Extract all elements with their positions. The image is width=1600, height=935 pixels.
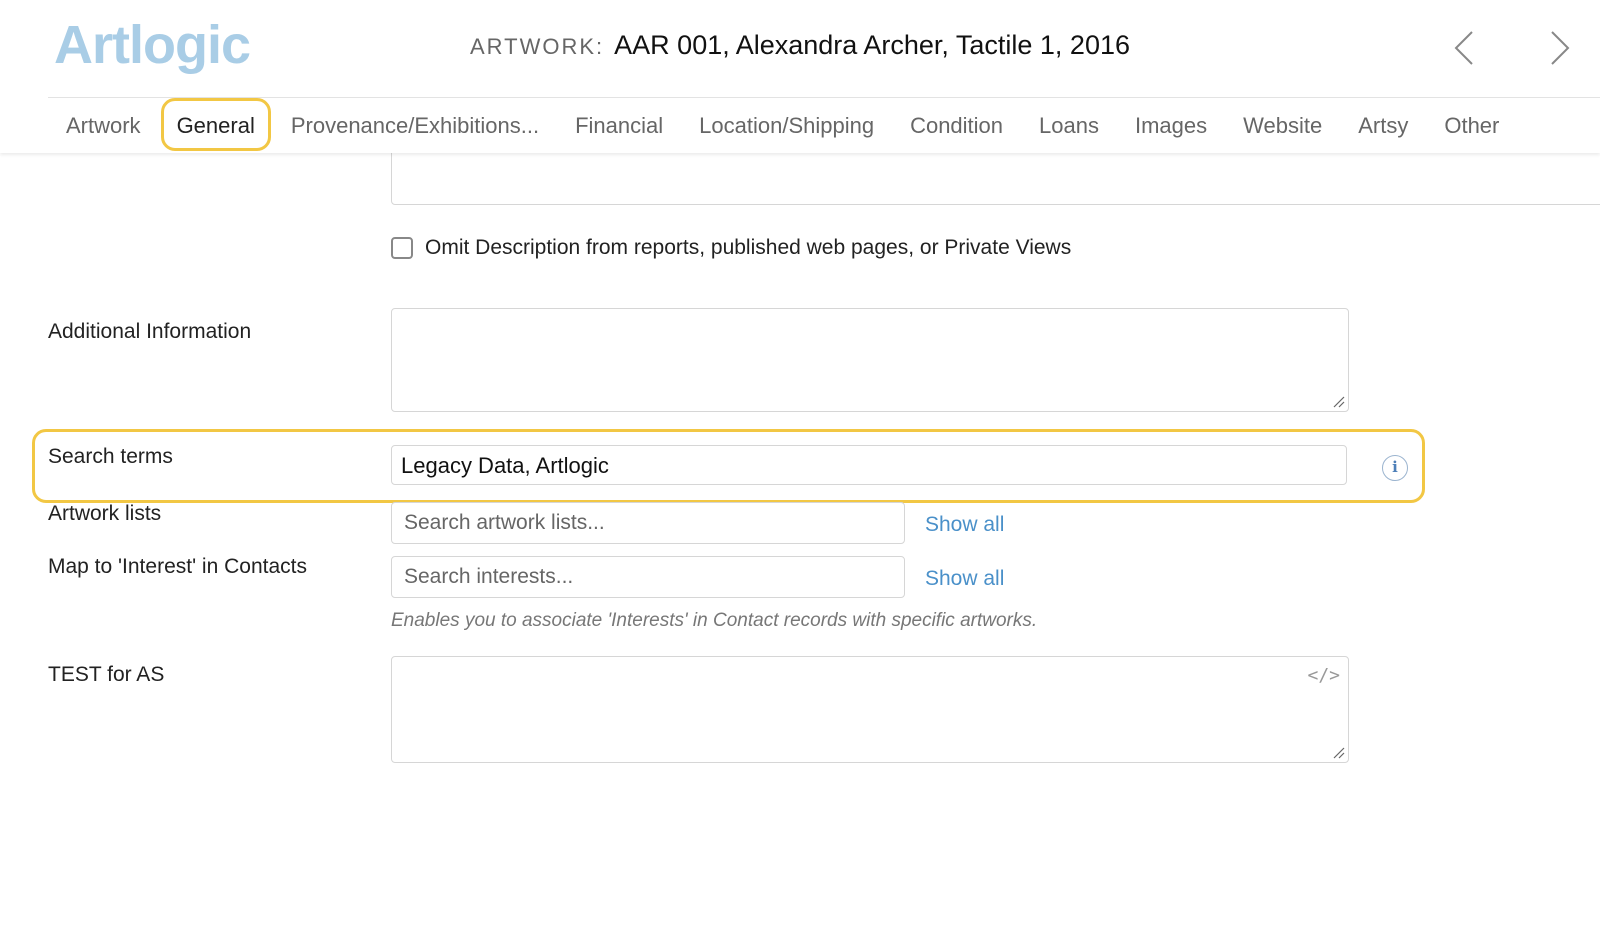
tab-condition[interactable]: Condition <box>892 98 1021 153</box>
record-title: ARTWORK: AAR 001, Alexandra Archer, Tacti… <box>0 30 1600 61</box>
info-icon[interactable]: i <box>1382 455 1408 481</box>
record-title-prefix: ARTWORK: <box>470 34 605 59</box>
chevron-right-icon <box>1551 31 1570 65</box>
test-for-as-textarea[interactable]: </> <box>391 656 1349 763</box>
code-icon[interactable]: </> <box>1307 665 1340 686</box>
tab-artsy[interactable]: Artsy <box>1340 98 1426 153</box>
test-for-as-label: TEST for AS <box>48 663 165 686</box>
tab-location-shipping[interactable]: Location/Shipping <box>681 98 892 153</box>
tab-artwork[interactable]: Artwork <box>48 98 159 153</box>
omit-description-checkbox[interactable] <box>391 237 413 259</box>
artwork-lists-search-input[interactable]: Search artwork lists... <box>391 502 905 544</box>
chevron-left-icon <box>1454 31 1473 65</box>
tab-other[interactable]: Other <box>1426 98 1517 153</box>
tab-financial[interactable]: Financial <box>557 98 681 153</box>
search-terms-input[interactable]: Legacy Data, Artlogic <box>391 445 1347 485</box>
tab-images[interactable]: Images <box>1117 98 1225 153</box>
additional-information-textarea[interactable] <box>391 308 1349 412</box>
record-title-text: AAR 001, Alexandra Archer, Tactile 1, 20… <box>614 30 1130 60</box>
search-terms-label: Search terms <box>48 445 173 468</box>
artwork-record-page: Omit Description from reports, published… <box>0 0 1600 935</box>
tab-provenance-exhibitions[interactable]: Provenance/Exhibitions... <box>273 98 557 153</box>
tab-general[interactable]: General <box>159 98 273 153</box>
tab-loans[interactable]: Loans <box>1021 98 1117 153</box>
previous-record-button[interactable] <box>1446 28 1484 68</box>
omit-description-label: Omit Description from reports, published… <box>425 236 1072 259</box>
omit-description-row: Omit Description from reports, published… <box>391 236 1071 260</box>
interests-search-input[interactable]: Search interests... <box>391 556 905 598</box>
artwork-lists-show-all-link[interactable]: Show all <box>925 513 1004 537</box>
interest-helper-text: Enables you to associate 'Interests' in … <box>391 610 1038 631</box>
artwork-lists-label: Artwork lists <box>48 502 162 525</box>
next-record-button[interactable] <box>1540 28 1578 68</box>
resize-grip-icon[interactable] <box>1333 747 1345 759</box>
tab-website[interactable]: Website <box>1225 98 1340 153</box>
record-header: Artlogic ARTWORK: AAR 001, Alexandra Arch… <box>0 0 1600 153</box>
interest-label: Map to 'Interest' in Contacts <box>48 555 307 578</box>
interests-show-all-link[interactable]: Show all <box>925 567 1004 591</box>
resize-grip-icon[interactable] <box>1333 396 1345 408</box>
additional-information-label: Additional Information <box>48 320 252 343</box>
record-tabs: Artwork General Provenance/Exhibitions..… <box>48 98 1517 153</box>
